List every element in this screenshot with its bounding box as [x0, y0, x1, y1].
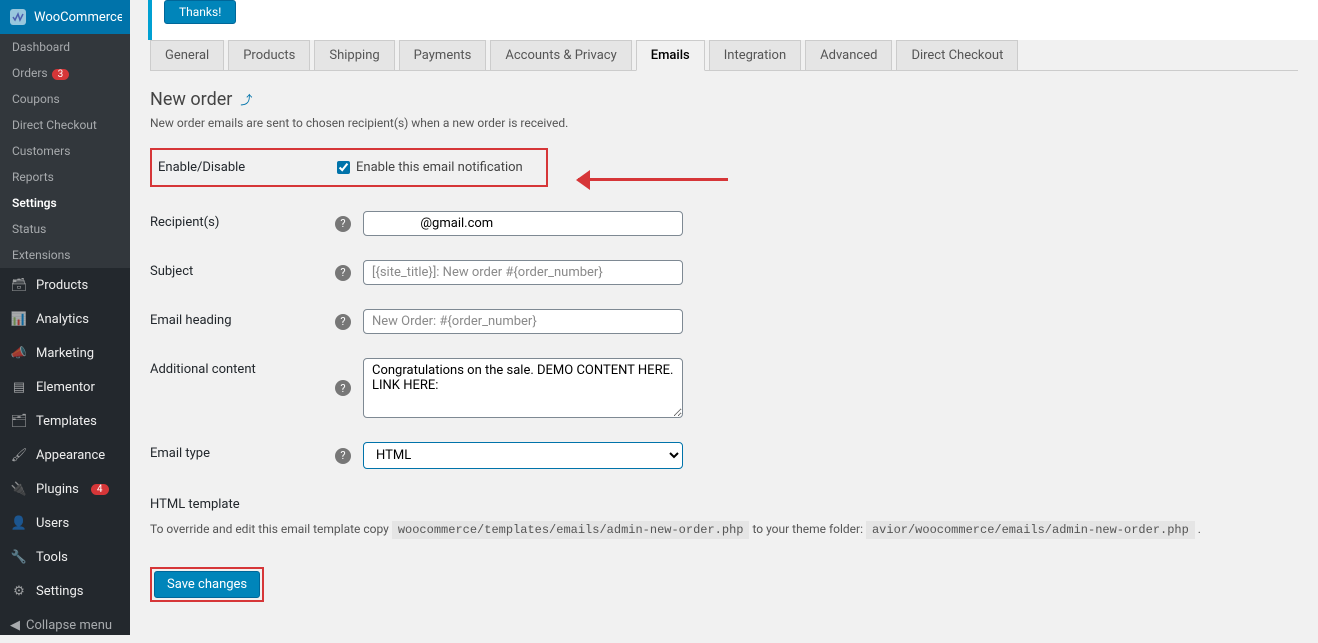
collapse-menu[interactable]: ◀Collapse menu: [0, 608, 130, 643]
sidebar-item-orders[interactable]: Orders3: [0, 60, 130, 86]
heading-label: Email heading: [150, 309, 335, 328]
elementor-icon: ▤: [10, 378, 28, 396]
orders-badge: 3: [52, 69, 70, 80]
sidebar-item-customers[interactable]: Customers: [0, 138, 130, 164]
sidebar-item-dashboard[interactable]: Dashboard: [0, 34, 130, 60]
additional-content-textarea[interactable]: Congratulations on the sale. DEMO CONTEN…: [363, 358, 683, 418]
enable-checkbox[interactable]: [337, 161, 350, 174]
plugins-badge: 4: [91, 484, 109, 495]
sidebar-products[interactable]: 🗃Products: [0, 268, 130, 302]
sidebar-plugins[interactable]: 🔌Plugins4: [0, 472, 130, 506]
tab-general[interactable]: General: [150, 40, 224, 70]
page-title: New order ⤴: [150, 89, 1298, 110]
tab-direct-checkout[interactable]: Direct Checkout: [896, 40, 1018, 70]
save-button[interactable]: Save changes: [154, 571, 260, 598]
tools-icon: 🔧: [10, 548, 28, 566]
sidebar-submenu: Dashboard Orders3 Coupons Direct Checkou…: [0, 34, 130, 268]
tab-advanced[interactable]: Advanced: [805, 40, 892, 70]
help-icon[interactable]: ?: [335, 380, 351, 396]
recipients-label: Recipient(s): [150, 211, 335, 230]
template-label: HTML template: [150, 493, 335, 512]
sidebar-templates[interactable]: 🗂Templates: [0, 404, 130, 438]
template-description: To override and edit this email template…: [150, 522, 1298, 537]
tab-integration[interactable]: Integration: [709, 40, 801, 70]
sidebar-item-coupons[interactable]: Coupons: [0, 86, 130, 112]
sidebar-item-extensions[interactable]: Extensions: [0, 242, 130, 268]
sidebar-tools[interactable]: 🔧Tools: [0, 540, 130, 574]
sidebar-item-settings[interactable]: Settings: [0, 190, 130, 216]
settings-tabs: General Products Shipping Payments Accou…: [150, 40, 1298, 71]
help-icon[interactable]: ?: [335, 216, 351, 232]
tab-products[interactable]: Products: [228, 40, 310, 70]
tab-payments[interactable]: Payments: [399, 40, 487, 70]
type-label: Email type: [150, 442, 335, 461]
recipients-input[interactable]: [363, 211, 683, 236]
users-icon: 👤: [10, 514, 28, 532]
sidebar-item-direct-checkout[interactable]: Direct Checkout: [0, 112, 130, 138]
content-area: Thanks! General Products Shipping Paymen…: [130, 0, 1318, 635]
woocommerce-icon: [10, 8, 26, 26]
help-icon[interactable]: ?: [335, 448, 351, 464]
sidebar-woocommerce[interactable]: WooCommerce: [0, 0, 130, 34]
plugins-icon: 🔌: [10, 480, 28, 498]
enable-checkbox-label: Enable this email notification: [356, 160, 523, 175]
help-icon[interactable]: ?: [335, 265, 351, 281]
sidebar-appearance[interactable]: 🖌Appearance: [0, 438, 130, 472]
sidebar-analytics[interactable]: 📊Analytics: [0, 302, 130, 336]
settings-icon: ⚙: [10, 582, 28, 600]
analytics-icon: 📊: [10, 310, 28, 328]
products-icon: 🗃: [10, 276, 28, 294]
subject-label: Subject: [150, 260, 335, 279]
sidebar-marketing[interactable]: 📣Marketing: [0, 336, 130, 370]
subject-input[interactable]: [363, 260, 683, 285]
annotation-arrow: [578, 170, 728, 190]
heading-input[interactable]: [363, 309, 683, 334]
appearance-icon: 🖌: [10, 446, 28, 464]
sidebar-item-status[interactable]: Status: [0, 216, 130, 242]
sidebar-users[interactable]: 👤Users: [0, 506, 130, 540]
sidebar-label: WooCommerce: [34, 10, 124, 25]
sidebar-item-reports[interactable]: Reports: [0, 164, 130, 190]
template-source-path: woocommerce/templates/emails/admin-new-o…: [392, 521, 750, 539]
additional-label: Additional content: [150, 358, 335, 377]
collapse-icon: ◀: [10, 618, 20, 633]
page-description: New order emails are sent to chosen reci…: [150, 116, 1298, 130]
tab-accounts[interactable]: Accounts & Privacy: [490, 40, 631, 70]
sidebar-wp-settings[interactable]: ⚙Settings: [0, 574, 130, 608]
admin-sidebar: WooCommerce Dashboard Orders3 Coupons Di…: [0, 0, 130, 635]
enable-highlight: Enable/Disable Enable this email notific…: [150, 148, 548, 187]
enable-label: Enable/Disable: [158, 160, 337, 175]
thanks-button[interactable]: Thanks!: [164, 0, 236, 24]
tab-emails[interactable]: Emails: [636, 40, 705, 71]
help-icon[interactable]: ?: [335, 314, 351, 330]
templates-icon: 🗂: [10, 412, 28, 430]
back-link[interactable]: ⤴: [240, 91, 252, 108]
template-dest-path: avior/woocommerce/emails/admin-new-order…: [866, 521, 1195, 539]
email-type-select[interactable]: HTML: [363, 442, 683, 469]
tab-shipping[interactable]: Shipping: [314, 40, 394, 70]
sidebar-elementor[interactable]: ▤Elementor: [0, 370, 130, 404]
save-highlight: Save changes: [150, 567, 264, 602]
marketing-icon: 📣: [10, 344, 28, 362]
